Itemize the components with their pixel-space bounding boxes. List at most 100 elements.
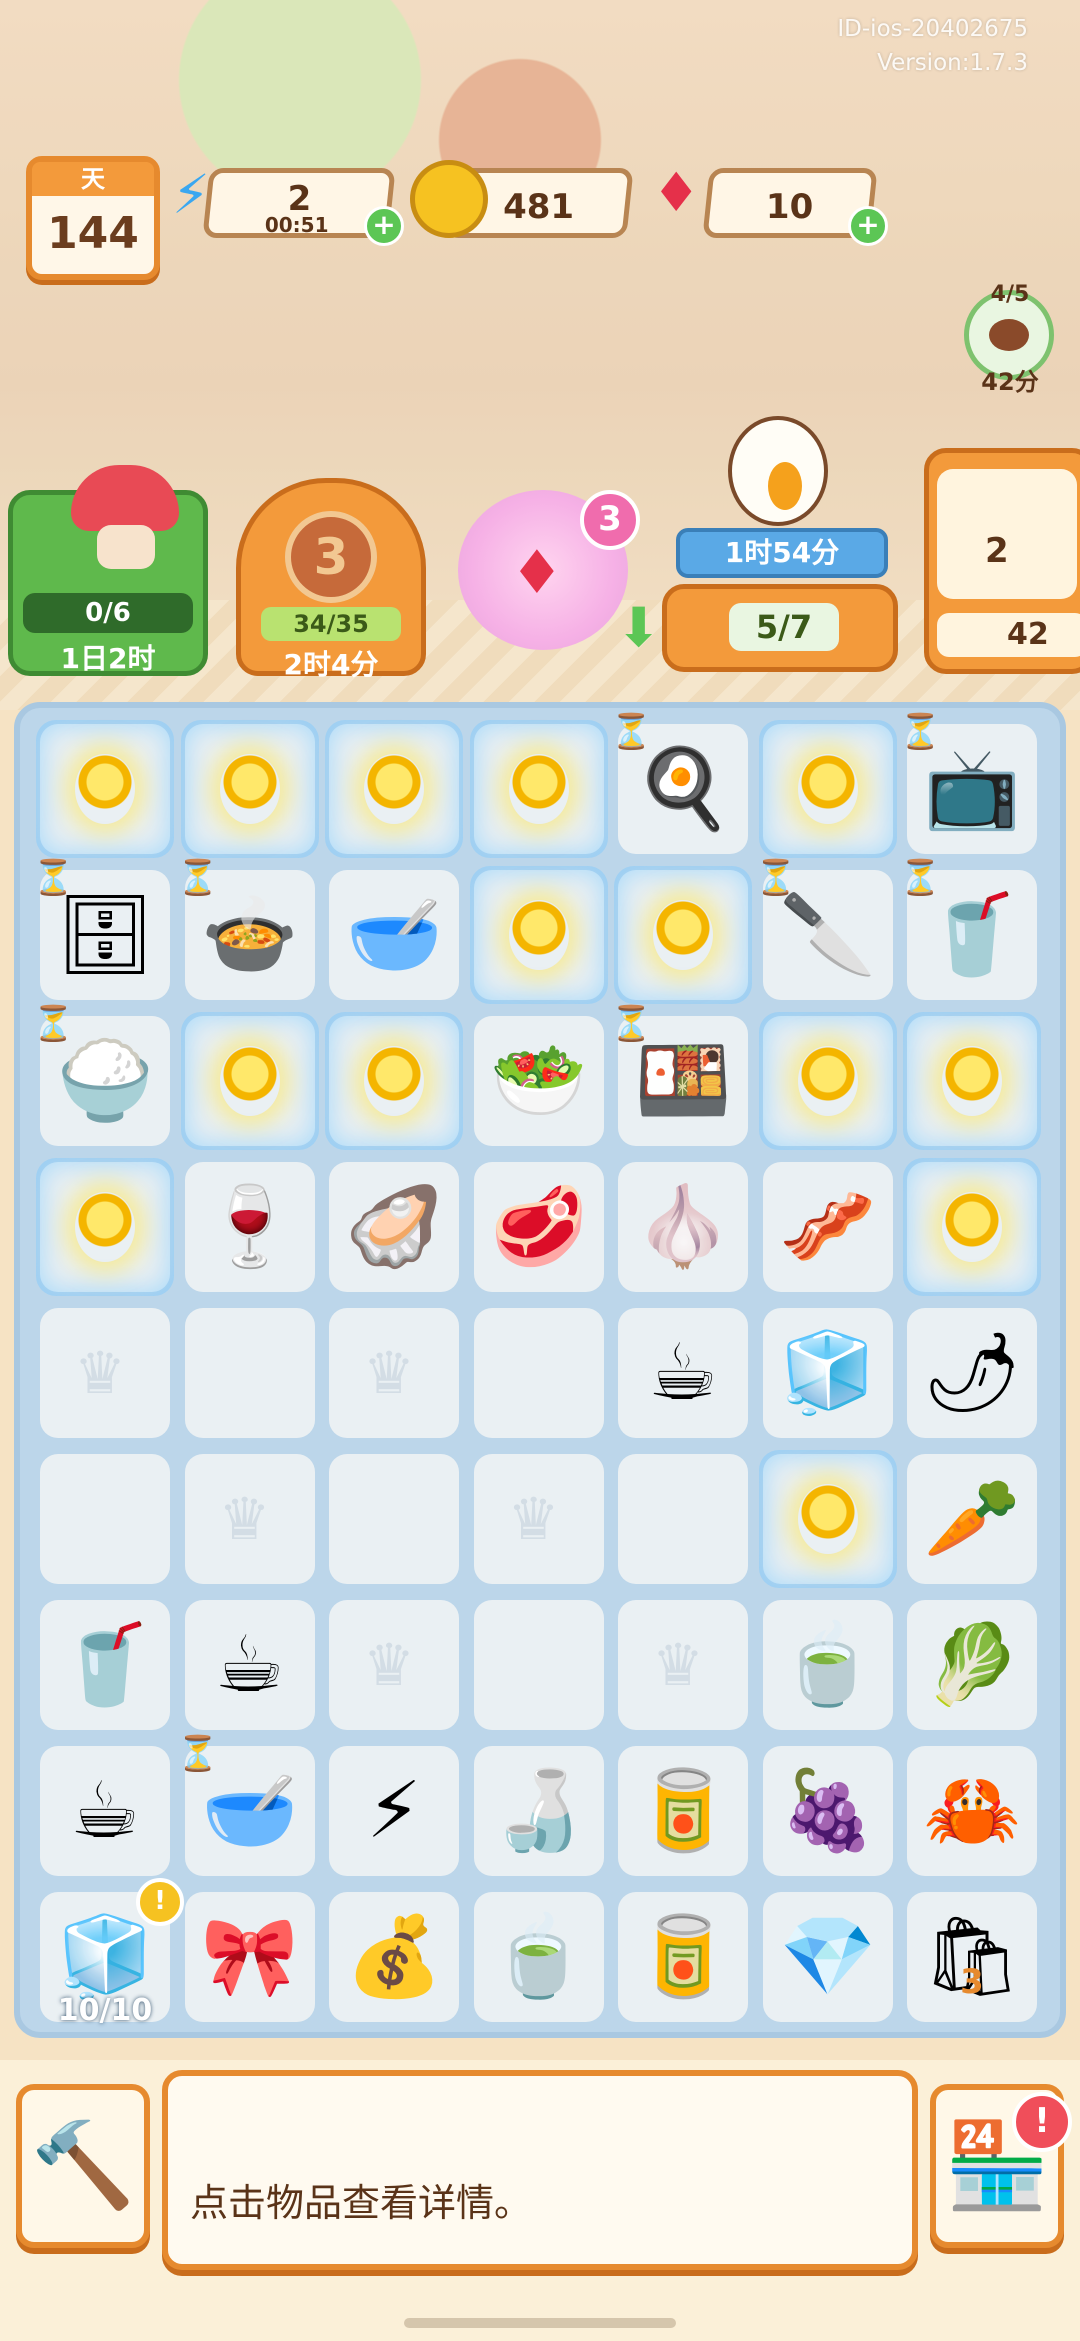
- chef-hat-icon: ♛: [507, 1485, 560, 1553]
- board-cell[interactable]: 🍲 ⏳: [177, 858, 315, 1000]
- herb-sack-icon: 💰: [345, 1912, 443, 2002]
- board-cell[interactable]: 🦪: [329, 1162, 459, 1292]
- board-cell[interactable]: [184, 724, 315, 854]
- level-card[interactable]: 3 34/35 2时4分: [236, 478, 426, 681]
- dispenser-count: 10/10: [57, 1993, 153, 2028]
- board-cell[interactable]: ⚡: [329, 1746, 459, 1876]
- board-cell[interactable]: 💰: [329, 1892, 459, 2022]
- board-cell[interactable]: 🥗: [473, 1016, 604, 1146]
- board-cell-empty[interactable]: ♛: [329, 1308, 459, 1438]
- board-cell-empty[interactable]: [329, 1454, 459, 1584]
- locked-basket2-lock-icon: [219, 1046, 280, 1116]
- mushroom-event-card[interactable]: 0/6 1日2时: [8, 465, 208, 676]
- board-cell[interactable]: [907, 1016, 1037, 1146]
- board-cell[interactable]: [473, 724, 604, 854]
- board-cell[interactable]: 🥩: [473, 1162, 604, 1292]
- energy-plus-button[interactable]: +: [364, 206, 404, 246]
- board-cell[interactable]: 🥣: [329, 870, 459, 1000]
- board-cell[interactable]: 🔪 ⏳: [755, 858, 893, 1000]
- board-cell-empty[interactable]: [473, 1600, 604, 1730]
- hourglass-icon: ⏳: [32, 858, 75, 898]
- gems-plus-button[interactable]: +: [848, 206, 888, 246]
- gems-value: 10: [765, 187, 814, 227]
- board-cell[interactable]: 🥓: [762, 1162, 893, 1292]
- worker-coins-bar: 42: [937, 613, 1080, 657]
- board-cell[interactable]: [762, 1016, 893, 1146]
- board-cell[interactable]: 📺 ⏳: [899, 712, 1037, 854]
- board-cell-empty[interactable]: ♛: [329, 1600, 459, 1730]
- board-cell-empty[interactable]: ♛: [184, 1454, 315, 1584]
- board-cell[interactable]: ☕: [184, 1600, 315, 1730]
- locked-flower-lock-icon: [797, 1484, 858, 1554]
- day-label: 天: [32, 162, 154, 196]
- board-cell[interactable]: 🥤 ⏳: [899, 858, 1037, 1000]
- board-cell[interactable]: [184, 1016, 315, 1146]
- chef-card[interactable]: 5/7: [662, 584, 898, 672]
- board-cell[interactable]: 🧊 10/10!: [40, 1878, 184, 2028]
- board-cell[interactable]: 🥣 ⏳: [177, 1734, 315, 1876]
- board-cell[interactable]: 🗄 ⏳: [32, 858, 170, 1000]
- worker-count: 2: [985, 531, 1009, 571]
- board-cell[interactable]: 🥤: [40, 1600, 170, 1730]
- board-cell[interactable]: 🍷: [184, 1162, 315, 1292]
- board-cell[interactable]: 🍵: [762, 1600, 893, 1730]
- locked-jar-lock-icon: [653, 900, 713, 970]
- board-cell[interactable]: [762, 1454, 893, 1584]
- side-event-progress: 4/5: [990, 282, 1030, 307]
- board-cell[interactable]: 🍱 ⏳: [610, 1004, 748, 1146]
- build-info: ID-ios-20402675 Version:1.7.3: [837, 12, 1028, 80]
- board-cell-empty[interactable]: ♛: [618, 1600, 748, 1730]
- board-cell[interactable]: 🎀: [184, 1892, 315, 2022]
- board-cell[interactable]: 🌶: [907, 1308, 1037, 1438]
- board-cell[interactable]: 🥬: [907, 1600, 1037, 1730]
- ruby-icon: ♦: [652, 161, 701, 224]
- locked-plate-lock-icon: [364, 754, 424, 824]
- board-cell-empty[interactable]: [473, 1308, 604, 1438]
- board-cell[interactable]: 🍶: [473, 1746, 604, 1876]
- blue-crystal-icon: 💎: [778, 1912, 877, 2002]
- board-cell[interactable]: 🦀: [907, 1746, 1037, 1876]
- locked-bowl-lock-icon: [364, 1046, 424, 1116]
- board-cell[interactable]: 🧄: [618, 1162, 748, 1292]
- board-cell[interactable]: [40, 1162, 170, 1292]
- board-cell[interactable]: [762, 724, 893, 854]
- coffee-to-go-icon: 🥤: [56, 1620, 154, 1710]
- board-cell[interactable]: 🍇: [762, 1746, 893, 1876]
- latte-icon: ☕: [70, 1766, 140, 1856]
- locked-slicer-lock-icon: [797, 754, 858, 824]
- board-cell[interactable]: [473, 870, 604, 1000]
- board-cell[interactable]: ☕: [40, 1746, 170, 1876]
- hammer-icon[interactable]: 🔨: [16, 2084, 150, 2248]
- board-cell[interactable]: 🥕: [907, 1454, 1037, 1584]
- board-cell[interactable]: 💎: [762, 1892, 893, 2022]
- board-cell[interactable]: [329, 724, 459, 854]
- board-cell[interactable]: 🛍 3: [907, 1892, 1037, 2022]
- board-cell-empty[interactable]: ♛: [40, 1308, 170, 1438]
- level-progress: 34/35: [261, 607, 401, 641]
- board-cell-empty[interactable]: [184, 1308, 315, 1438]
- flour-bag-icon: 🛍: [922, 1912, 1022, 2002]
- board-cell[interactable]: [907, 1162, 1037, 1292]
- veggie-pile-icon: 🥗: [489, 1036, 588, 1126]
- board-cell[interactable]: 🥫: [618, 1892, 748, 2022]
- hourglass-icon: ⏳: [176, 1734, 219, 1774]
- board-cell[interactable]: 🍵: [473, 1892, 604, 2022]
- cutting-board-icon: 🥣: [345, 890, 443, 980]
- board-cell[interactable]: [40, 724, 170, 854]
- build-id: ID-ios-20402675: [837, 16, 1028, 42]
- board-cell[interactable]: 🍚 ⏳: [32, 1004, 170, 1146]
- board-cell-empty[interactable]: ♛: [473, 1454, 604, 1584]
- board-cell[interactable]: ☕: [618, 1308, 748, 1438]
- chef-hat-icon: ♛: [363, 1339, 415, 1407]
- board-cell[interactable]: [329, 1016, 459, 1146]
- board-cell[interactable]: 🧊: [762, 1308, 893, 1438]
- board-cell[interactable]: 🍳 ⏳: [610, 712, 748, 854]
- board-cell[interactable]: 🥫: [618, 1746, 748, 1876]
- board-cell-empty[interactable]: [618, 1454, 748, 1584]
- clam-icon: 🦪: [345, 1182, 443, 1272]
- worker-card[interactable]: 2 42: [924, 448, 1080, 674]
- board-cell[interactable]: [618, 870, 748, 1000]
- worker-coins: 42: [1007, 617, 1049, 652]
- board-cell-empty[interactable]: [40, 1454, 170, 1584]
- day-counter[interactable]: 天 144: [26, 156, 160, 280]
